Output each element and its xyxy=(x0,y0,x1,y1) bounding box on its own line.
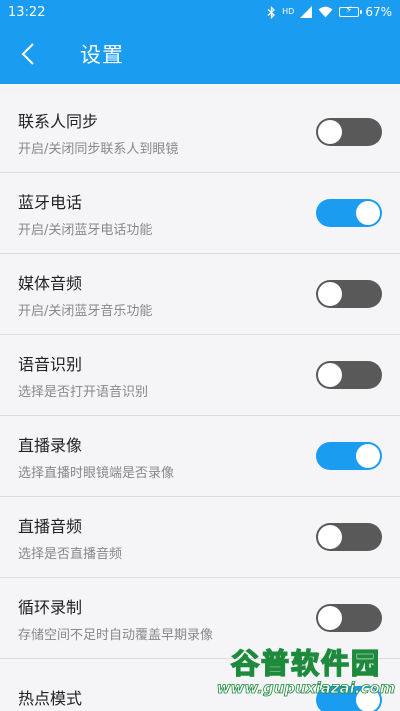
setting-title: 蓝牙电话 xyxy=(18,192,83,212)
setting-text: 循环录制 存储空间不足时自动覆盖早期录像 xyxy=(18,594,213,643)
app-bar: 设置 xyxy=(0,24,400,84)
setting-title: 直播音频 xyxy=(18,516,83,536)
toggle-knob xyxy=(356,444,380,468)
setting-title: 联系人同步 xyxy=(18,111,99,131)
page-title: 设置 xyxy=(80,43,124,67)
setting-title: 热点模式 xyxy=(18,688,83,708)
settings-screen: 13:22 HD ⚡ 67% 设置 联系人同步 开启/关闭同步联系人到眼镜 蓝牙… xyxy=(0,0,400,711)
setting-title: 媒体音频 xyxy=(18,273,83,293)
setting-subtitle: 选择是否直播音频 xyxy=(18,546,123,562)
toggle-knob xyxy=(318,120,342,144)
live-recording-toggle[interactable] xyxy=(316,442,382,470)
top-bar: 13:22 HD ⚡ 67% 设置 xyxy=(0,0,400,84)
loop-recording-toggle[interactable] xyxy=(316,604,382,632)
setting-text: 直播音频 选择是否直播音频 xyxy=(18,513,122,562)
setting-row-loop-recording: 循环录制 存储空间不足时自动覆盖早期录像 xyxy=(0,578,400,659)
chevron-left-icon xyxy=(21,43,34,65)
toggle-knob xyxy=(318,525,342,549)
toggle-knob xyxy=(318,606,342,630)
setting-text: 媒体音频 开启/关闭蓝牙音乐功能 xyxy=(18,270,152,319)
hd-label: HD xyxy=(282,7,295,16)
setting-subtitle: 开启/关闭同步联系人到眼镜 xyxy=(18,141,179,157)
setting-row-live-audio: 直播音频 选择是否直播音频 xyxy=(0,497,400,578)
setting-subtitle: 开启/关闭蓝牙电话功能 xyxy=(18,222,153,238)
bluetooth-icon xyxy=(267,5,276,19)
setting-subtitle: 存储空间不足时自动覆盖早期录像 xyxy=(18,627,214,643)
setting-text: 直播录像 选择直播时眼镜端是否录像 xyxy=(18,432,174,481)
setting-text: 蓝牙电话 开启/关闭蓝牙电话功能 xyxy=(18,189,152,238)
setting-title: 语音识别 xyxy=(18,354,83,374)
bluetooth-call-toggle[interactable] xyxy=(316,199,382,227)
setting-text: 联系人同步 开启/关闭同步联系人到眼镜 xyxy=(18,108,178,157)
signal-icon xyxy=(300,6,313,18)
setting-title: 直播录像 xyxy=(18,435,83,455)
setting-row-live-recording: 直播录像 选择直播时眼镜端是否录像 xyxy=(0,416,400,497)
wifi-icon xyxy=(318,6,333,18)
setting-subtitle: 开启/关闭蓝牙音乐功能 xyxy=(18,303,153,319)
back-button[interactable] xyxy=(0,24,56,84)
status-bar: 13:22 HD ⚡ 67% xyxy=(0,0,400,24)
toggle-knob xyxy=(318,282,342,306)
setting-subtitle: 选择是否打开语音识别 xyxy=(18,384,149,400)
toggle-knob xyxy=(356,201,380,225)
settings-list: 联系人同步 开启/关闭同步联系人到眼镜 蓝牙电话 开启/关闭蓝牙电话功能 媒体音… xyxy=(0,92,400,711)
setting-title: 循环录制 xyxy=(18,597,83,617)
setting-row-hotspot-mode: 热点模式 xyxy=(0,659,400,711)
setting-text: 热点模式 xyxy=(18,685,82,711)
battery-icon: ⚡ xyxy=(339,5,363,17)
media-audio-toggle[interactable] xyxy=(316,280,382,308)
battery-percent: 67% xyxy=(365,5,392,19)
status-icons: HD ⚡ 67% xyxy=(267,5,392,19)
contacts-sync-toggle[interactable] xyxy=(316,118,382,146)
setting-row-voice-recognition: 语音识别 选择是否打开语音识别 xyxy=(0,335,400,416)
setting-row-bluetooth-call: 蓝牙电话 开启/关闭蓝牙电话功能 xyxy=(0,173,400,254)
setting-subtitle: 选择直播时眼镜端是否录像 xyxy=(18,465,175,481)
status-time: 13:22 xyxy=(8,4,46,20)
voice-recognition-toggle[interactable] xyxy=(316,361,382,389)
setting-text: 语音识别 选择是否打开语音识别 xyxy=(18,351,148,400)
setting-row-contacts-sync: 联系人同步 开启/关闭同步联系人到眼镜 xyxy=(0,92,400,173)
setting-row-media-audio: 媒体音频 开启/关闭蓝牙音乐功能 xyxy=(0,254,400,335)
toggle-knob xyxy=(356,687,380,711)
live-audio-toggle[interactable] xyxy=(316,523,382,551)
hotspot-mode-toggle[interactable] xyxy=(316,685,382,711)
toggle-knob xyxy=(318,363,342,387)
